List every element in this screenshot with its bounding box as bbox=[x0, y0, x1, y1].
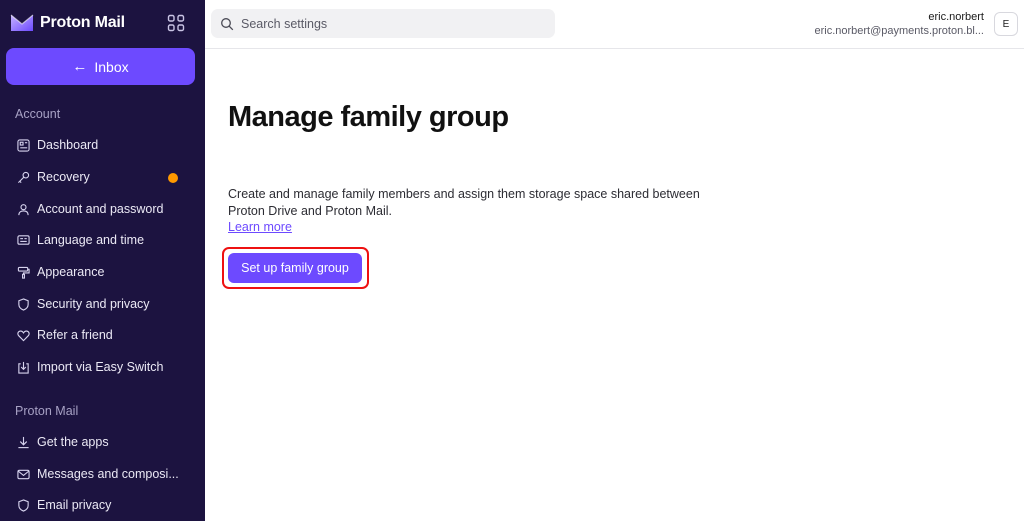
back-to-inbox-button[interactable]: ← Inbox bbox=[6, 48, 195, 85]
warning-dot bbox=[168, 173, 178, 183]
user-email: eric.norbert@payments.proton.bl... bbox=[814, 25, 984, 37]
sidebar: Proton Mail ← Inbox Account Dashboard Re… bbox=[0, 0, 205, 521]
shield-icon bbox=[18, 498, 29, 512]
section-title-account: Account bbox=[15, 107, 61, 121]
sidebar-item-account-and-password[interactable]: Account and password bbox=[0, 194, 205, 224]
sidebar-item-language-and-time[interactable]: Language and time bbox=[0, 225, 205, 255]
dashboard-icon bbox=[17, 138, 30, 152]
inbox-button-label: Inbox bbox=[94, 58, 129, 75]
import-icon bbox=[18, 361, 29, 374]
user-icon bbox=[18, 203, 29, 215]
brand-name: Proton Mail bbox=[40, 14, 125, 31]
sidebar-item-label: Account and password bbox=[37, 202, 164, 216]
sidebar-item-label: Refer a friend bbox=[37, 328, 113, 342]
search-input[interactable] bbox=[241, 16, 541, 31]
sidebar-item-import-via-easy-switch[interactable]: Import via Easy Switch bbox=[0, 352, 205, 382]
sidebar-item-label: Import via Easy Switch bbox=[37, 360, 164, 374]
user-name: eric.norbert bbox=[928, 11, 984, 23]
sidebar-item-get-the-apps[interactable]: Get the apps bbox=[0, 427, 205, 457]
sidebar-item-label: Email privacy bbox=[37, 498, 112, 512]
sidebar-item-label: Appearance bbox=[37, 265, 105, 279]
download-icon bbox=[18, 436, 29, 448]
language-icon bbox=[17, 234, 30, 245]
sidebar-item-label: Dashboard bbox=[37, 138, 99, 152]
sidebar-item-recovery[interactable]: Recovery bbox=[0, 162, 205, 192]
sidebar-item-dashboard[interactable]: Dashboard bbox=[0, 130, 205, 160]
section-title-proton-mail: Proton Mail bbox=[15, 404, 79, 418]
sidebar-item-refer-a-friend[interactable]: Refer a friend bbox=[0, 320, 205, 350]
key-icon bbox=[17, 171, 30, 183]
search-icon bbox=[221, 17, 234, 30]
sidebar-item-label: Messages and composi... bbox=[37, 467, 179, 481]
proton-mail-logo-icon bbox=[10, 14, 34, 31]
page-title: Manage family group bbox=[228, 101, 509, 133]
top-bar: eric.norbert eric.norbert@payments.proto… bbox=[205, 0, 1024, 49]
sidebar-item-security-and-privacy[interactable]: Security and privacy bbox=[0, 289, 205, 319]
sidebar-item-messages-and-composing[interactable]: Messages and composi... bbox=[0, 459, 205, 489]
arrow-left-icon: ← bbox=[72, 58, 88, 75]
shield-icon bbox=[18, 297, 29, 311]
avatar[interactable]: E bbox=[994, 12, 1018, 36]
page-description: Create and manage family members and ass… bbox=[228, 187, 700, 218]
set-up-family-group-button[interactable]: Set up family group bbox=[228, 253, 362, 283]
sidebar-item-label: Language and time bbox=[37, 233, 145, 247]
sidebar-item-email-privacy[interactable]: Email privacy bbox=[0, 490, 205, 520]
learn-more-link[interactable]: Learn more bbox=[228, 220, 292, 234]
sidebar-item-label: Get the apps bbox=[37, 435, 109, 449]
sidebar-item-appearance[interactable]: Appearance bbox=[0, 257, 205, 287]
sidebar-item-label: Recovery bbox=[37, 170, 90, 184]
envelope-icon bbox=[17, 469, 30, 479]
brand[interactable]: Proton Mail bbox=[10, 12, 125, 34]
sidebar-item-label: Security and privacy bbox=[37, 297, 150, 311]
app-grid-icon[interactable] bbox=[167, 14, 185, 32]
user-menu[interactable]: eric.norbert eric.norbert@payments.proto… bbox=[814, 10, 984, 38]
search-box[interactable] bbox=[211, 9, 555, 38]
paint-roller-icon bbox=[17, 266, 30, 279]
heart-icon bbox=[17, 329, 30, 341]
